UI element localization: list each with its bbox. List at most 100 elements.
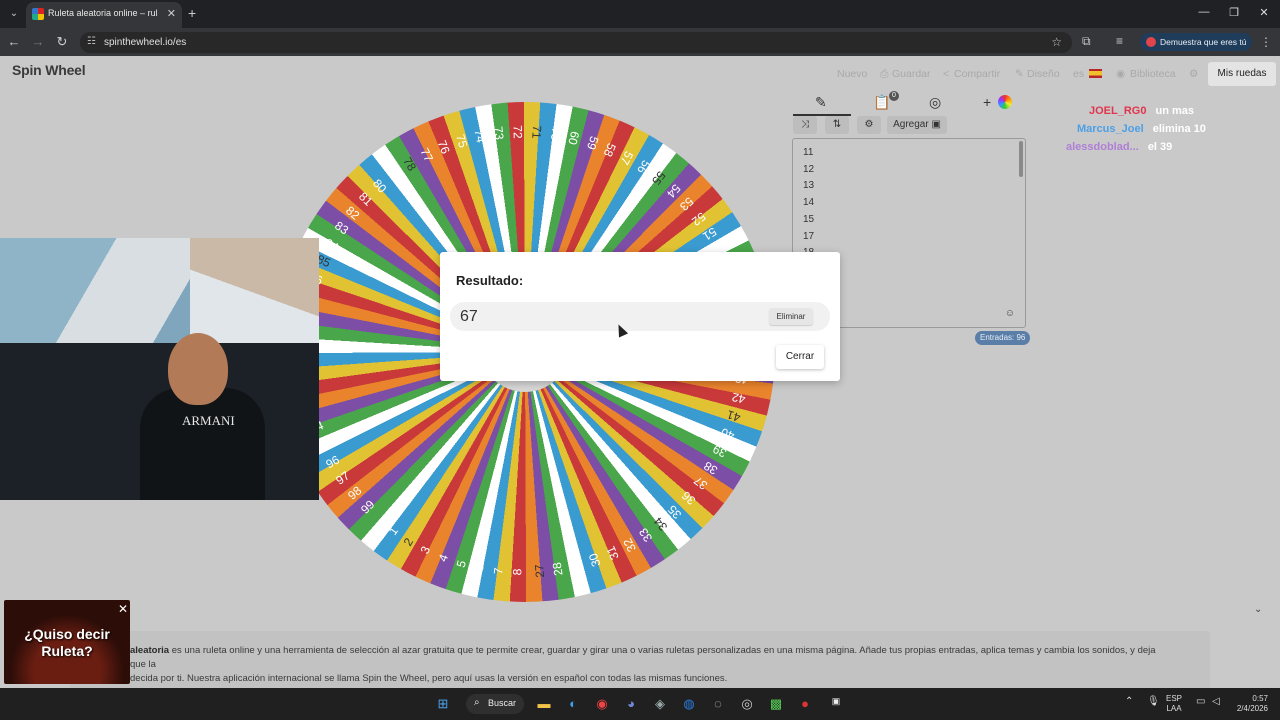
description-line1: es una ruleta online y una herramienta d… bbox=[130, 645, 1156, 670]
wheel-segment-label: 28 bbox=[550, 561, 566, 577]
close-window-icon[interactable]: ✕ bbox=[1257, 6, 1271, 19]
back-icon[interactable]: ← bbox=[6, 34, 22, 49]
discord-icon[interactable]: ◕ bbox=[622, 696, 640, 711]
add-wheel-icon[interactable]: + bbox=[983, 94, 991, 110]
pencil-icon[interactable]: ✎ bbox=[1015, 68, 1024, 80]
results-badge: 0 bbox=[889, 91, 899, 101]
nav-biblioteca[interactable]: Biblioteca bbox=[1130, 68, 1176, 80]
description-line2: decida por ti. Nuestra aplicación intern… bbox=[130, 673, 728, 684]
result-row: 67 Eliminar bbox=[450, 302, 830, 331]
shirt-text: ARMANI bbox=[182, 413, 235, 428]
taskbar-search[interactable]: ⌕ Buscar bbox=[466, 694, 524, 714]
promo-text: ¿Quiso decir Ruleta? bbox=[24, 626, 110, 659]
site-logo[interactable]: Spin Wheel bbox=[12, 62, 86, 78]
chrome-icon[interactable]: ◉ bbox=[593, 696, 611, 712]
share-icon[interactable]: < bbox=[943, 68, 949, 80]
minecraft-icon[interactable]: ▩ bbox=[767, 696, 785, 712]
steam-icon[interactable]: ◌ bbox=[709, 696, 727, 711]
promo-overlay[interactable]: ¿Quiso decir Ruleta? ✕ bbox=[4, 600, 130, 684]
editor-tabs: ✎ 📋 0 ◎ + bbox=[793, 91, 1025, 116]
minimize-icon[interactable]: — bbox=[1197, 6, 1211, 18]
scrollbar[interactable] bbox=[1019, 141, 1023, 177]
mic-icon[interactable]: 🎙 bbox=[1147, 697, 1160, 707]
chat-message: JOEL_RG0 un mas bbox=[1089, 105, 1194, 117]
nav-compartir[interactable]: Compartir bbox=[954, 68, 1000, 80]
save-icon[interactable]: ⎙ bbox=[880, 68, 888, 81]
extensions-icon[interactable]: ⧉ bbox=[1082, 34, 1091, 49]
lang-line2: LAA bbox=[1166, 704, 1182, 713]
close-tab-icon[interactable]: ✕ bbox=[167, 7, 176, 20]
wheel-segment-label: 73 bbox=[491, 125, 507, 141]
media-icon[interactable]: ≡ bbox=[1116, 34, 1123, 48]
spain-flag-icon[interactable] bbox=[1089, 69, 1102, 78]
start-icon[interactable]: ⊞ bbox=[434, 696, 452, 712]
cerrar-button[interactable]: Cerrar bbox=[776, 345, 824, 369]
settings-icon[interactable]: ⚙ bbox=[1189, 68, 1198, 80]
edit-pencil-icon[interactable]: ✎ bbox=[815, 94, 827, 111]
chat-username: Marcus_Joel bbox=[1077, 123, 1144, 135]
taskbar-search-label: Buscar bbox=[488, 698, 517, 708]
entry-line: 12 bbox=[803, 163, 815, 175]
vpn-icon[interactable]: ◈ bbox=[651, 696, 669, 712]
restore-icon[interactable]: ❐ bbox=[1227, 6, 1241, 19]
globe-icon[interactable]: ◉ bbox=[1116, 68, 1125, 80]
hide-eye-icon[interactable]: ◎ bbox=[929, 94, 941, 111]
wheel-segment-label: 27 bbox=[531, 564, 547, 579]
wheel-segment-label: 72 bbox=[510, 125, 525, 139]
volume-icon[interactable]: ◁ bbox=[1212, 697, 1220, 707]
network-icon[interactable]: ▭ bbox=[1196, 697, 1205, 707]
entries-count-badge: Entradas: 96 bbox=[975, 331, 1031, 345]
chevron-down-icon[interactable]: ⌄ bbox=[1254, 604, 1262, 615]
promo-close-icon[interactable]: ✕ bbox=[118, 602, 128, 616]
webcam-person-head bbox=[168, 333, 228, 405]
chat-text: un mas bbox=[1155, 105, 1195, 117]
chat-message: Marcus_Joel elimina 10 bbox=[1077, 123, 1206, 135]
chat-text: elimina 10 bbox=[1152, 123, 1206, 135]
bookmark-star-icon[interactable]: ☆ bbox=[1051, 35, 1062, 49]
site-info-icon[interactable]: ☷ bbox=[87, 36, 96, 47]
obs-icon[interactable]: ◎ bbox=[738, 696, 756, 712]
mis-ruedas-button[interactable]: Mis ruedas bbox=[1208, 62, 1276, 86]
nav-guardar[interactable]: Guardar bbox=[892, 68, 931, 80]
browser-tab[interactable]: Ruleta aleatoria online – ruleta ✕ bbox=[26, 2, 182, 28]
clock[interactable]: 0:57 2/4/2026 bbox=[1230, 694, 1268, 714]
forward-icon[interactable]: → bbox=[30, 34, 46, 49]
verify-chip[interactable]: Demuestra que eres tú bbox=[1140, 33, 1252, 51]
eliminar-button[interactable]: Eliminar bbox=[769, 308, 813, 325]
browser-menu-icon[interactable]: ⋮ bbox=[1260, 35, 1272, 49]
chat-username: alessdoblad... bbox=[1066, 141, 1139, 153]
tab-search-icon[interactable]: ⌄ bbox=[6, 6, 22, 22]
nav-nuevo[interactable]: Nuevo bbox=[837, 68, 867, 80]
reload-icon[interactable]: ↻ bbox=[54, 34, 70, 50]
emoji-icon[interactable]: ☺ bbox=[1005, 308, 1015, 319]
game-app-icon[interactable]: ● bbox=[796, 696, 814, 711]
agregar-label: Agregar bbox=[893, 119, 929, 130]
new-tab-icon[interactable]: + bbox=[188, 5, 196, 21]
address-bar: ← → ↻ ☷ spinthewheel.io/es ☆ ⧉ ≡ bbox=[0, 28, 1280, 56]
results-clipboard-icon[interactable]: 📋 bbox=[873, 94, 890, 111]
result-value: 67 bbox=[460, 308, 478, 325]
epic-games-icon[interactable]: ▣ bbox=[827, 696, 845, 707]
language-indicator[interactable]: ESP LAA bbox=[1166, 694, 1182, 714]
shuffle-icon[interactable]: ⤨ bbox=[793, 116, 817, 134]
clock-date: 2/4/2026 bbox=[1236, 704, 1268, 713]
nav-diseno[interactable]: Diseño bbox=[1027, 68, 1060, 80]
entry-line: 13 bbox=[803, 180, 815, 192]
agregar-button[interactable]: Agregar ▣ bbox=[887, 116, 947, 134]
url-input[interactable]: ☷ spinthewheel.io/es ☆ bbox=[80, 32, 1072, 53]
advanced-settings-icon[interactable]: ⚙ bbox=[857, 116, 881, 134]
wheel-segment-label: 29 bbox=[568, 557, 585, 574]
color-theme-icon[interactable] bbox=[998, 95, 1012, 109]
nav-lang[interactable]: es bbox=[1073, 68, 1084, 80]
entry-line: 11 bbox=[803, 147, 814, 158]
alert-icon bbox=[1146, 37, 1156, 47]
sort-icon[interactable]: ⇅ bbox=[825, 116, 849, 134]
app-icon[interactable]: ◍ bbox=[680, 696, 698, 712]
edge-icon[interactable]: ◐ bbox=[564, 696, 582, 711]
search-icon: ⌕ bbox=[474, 697, 480, 708]
file-explorer-icon[interactable]: ▬ bbox=[535, 696, 553, 711]
description-bold: aleatoria bbox=[130, 645, 170, 656]
wheel-segment-label: 71 bbox=[529, 125, 544, 140]
favicon-icon bbox=[32, 8, 44, 20]
tray-chevron-icon[interactable]: ⌃ bbox=[1125, 697, 1133, 707]
